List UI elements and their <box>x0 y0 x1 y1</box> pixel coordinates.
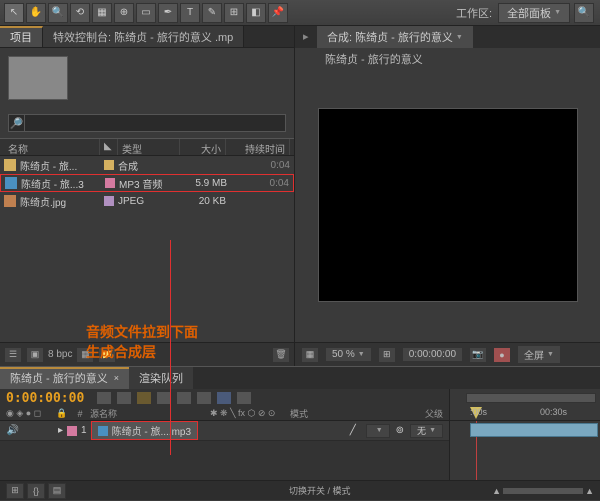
composition-viewer[interactable] <box>318 108 578 302</box>
layer-index: 1 <box>81 425 87 436</box>
channel-button[interactable]: ● <box>493 347 511 363</box>
timeline-tracks[interactable] <box>450 421 600 480</box>
viewer-time[interactable]: 0:00:00:00 <box>402 347 463 362</box>
col-size[interactable]: 大小 <box>180 139 226 155</box>
selection-tool[interactable]: ↖ <box>4 3 24 23</box>
tl-blend-icon[interactable] <box>156 391 172 405</box>
tab-effect-controls[interactable]: 特效控制台: 陈绮贞 - 旅行的意义 .mp <box>43 26 244 47</box>
project-search-input[interactable] <box>24 114 286 132</box>
label-swatch[interactable] <box>104 160 114 170</box>
chevron-down-icon: ▼ <box>547 351 554 358</box>
col-name[interactable]: 名称 <box>4 139 100 155</box>
tab-project[interactable]: 项目 <box>0 26 43 47</box>
new-folder-button[interactable]: 📁 <box>98 347 116 363</box>
col-type[interactable]: 类型 <box>118 139 180 155</box>
new-comp-button[interactable]: ▦ <box>76 347 94 363</box>
project-thumbnail[interactable] <box>8 56 68 100</box>
tl-ftr-btn3[interactable]: ▤ <box>48 483 66 499</box>
zoom-out-icon[interactable]: ▲ <box>492 486 501 496</box>
close-icon[interactable]: × <box>114 373 119 383</box>
trash-button[interactable]: 🗑 <box>272 347 290 363</box>
tl-graph-icon[interactable] <box>196 391 212 405</box>
chevron-down-icon: ▼ <box>554 9 561 16</box>
asset-list: 陈绮贞 - 旅... 合成 0:04 陈绮贞 - 旅...3 MP3 音频 5.… <box>0 156 294 342</box>
workspace-dropdown[interactable]: 全部面板▼ <box>498 3 570 23</box>
lock-icon: 🔒 <box>56 408 70 419</box>
layer-label-swatch[interactable] <box>67 426 77 436</box>
bpc-label[interactable]: 8 bpc <box>48 349 72 360</box>
asset-row[interactable]: 陈绮贞.jpg JPEG 20 KB <box>0 192 294 210</box>
col-label[interactable]: ◣ <box>100 139 118 155</box>
zoom-tool[interactable]: 🔍 <box>48 3 68 23</box>
blend-mode-dropdown[interactable]: ▼ <box>366 424 390 438</box>
flowchart-icon[interactable]: ▸ <box>303 30 317 44</box>
layer-duration-bar[interactable] <box>470 423 598 437</box>
snapshot-button[interactable]: 📷 <box>469 347 487 363</box>
col-duration[interactable]: 持续时间 <box>226 139 290 155</box>
folder-button[interactable]: ▣ <box>26 347 44 363</box>
label-swatch[interactable] <box>104 196 114 206</box>
eraser-tool[interactable]: ◧ <box>246 3 266 23</box>
asset-row[interactable]: 陈绮贞 - 旅... 合成 0:04 <box>0 156 294 174</box>
parent-dropdown[interactable]: 无▼ <box>410 424 443 438</box>
toggle-switches[interactable]: 切换开关 / 模式 <box>289 484 351 497</box>
zoom-dropdown[interactable]: 50 %▼ <box>325 347 372 362</box>
tab-timeline-comp[interactable]: 陈绮贞 - 旅行的意义× <box>0 367 129 389</box>
tab-render-queue[interactable]: 渲染队列 <box>129 367 193 389</box>
image-icon <box>4 195 16 207</box>
expand-icon[interactable]: ▸ <box>58 425 63 436</box>
chevron-down-icon: ▼ <box>358 351 365 358</box>
chevron-down-icon: ▼ <box>429 427 436 434</box>
chevron-down-icon: ▼ <box>456 34 463 41</box>
audio-icon <box>5 177 17 189</box>
work-area-bar[interactable] <box>466 393 596 403</box>
zoom-slider[interactable] <box>503 488 583 494</box>
audio-file-icon <box>98 426 108 436</box>
comp-icon <box>4 159 16 171</box>
label-swatch[interactable] <box>105 178 115 188</box>
tl-ftr-btn2[interactable]: {} <box>27 483 45 499</box>
rotate-tool[interactable]: ⟲ <box>70 3 90 23</box>
camera-tool[interactable]: ▦ <box>92 3 112 23</box>
tl-shy-icon[interactable] <box>136 391 152 405</box>
workspace-label: 工作区: <box>456 5 492 21</box>
col-mode[interactable]: 模式 <box>290 407 330 420</box>
av-toggles: ◉ ◈ ● ◻ <box>6 408 56 419</box>
text-tool[interactable]: T <box>180 3 200 23</box>
puppet-tool[interactable]: 📌 <box>268 3 288 23</box>
anchor-tool[interactable]: ⊕ <box>114 3 134 23</box>
tl-mb-icon[interactable] <box>176 391 192 405</box>
res-button[interactable]: ⊞ <box>378 347 396 363</box>
brush-tool[interactable]: ✎ <box>202 3 222 23</box>
col-source-name[interactable]: 源名称 <box>90 407 210 420</box>
tl-search-icon[interactable] <box>96 391 112 405</box>
search-help-button[interactable]: 🔍 <box>574 3 594 23</box>
tl-3d-icon[interactable] <box>216 391 232 405</box>
current-timecode[interactable]: 0:00:00:00 <box>6 391 84 406</box>
pen-tool[interactable]: ✒ <box>158 3 178 23</box>
layer-name[interactable]: 陈绮贞 - 旅....mp3 <box>91 421 198 440</box>
tl-ftr-btn1[interactable]: ⊞ <box>6 483 24 499</box>
fullscreen-dropdown[interactable]: 全屏▼ <box>517 345 561 364</box>
stamp-tool[interactable]: ⊞ <box>224 3 244 23</box>
project-column-headers: 名称 ◣ 类型 大小 持续时间 <box>0 138 294 156</box>
search-icon: 🔎 <box>8 114 24 132</box>
alpha-button[interactable]: ▦ <box>301 347 319 363</box>
layer-row[interactable]: 🔊 ▸ 1 陈绮贞 - 旅....mp3 ╱ ▼ ⊚ 无▼ <box>0 421 449 441</box>
tl-draft-icon[interactable] <box>236 391 252 405</box>
pickwhip-icon[interactable]: ⊚ <box>396 425 404 436</box>
col-parent[interactable]: 父级 <box>425 407 443 420</box>
shape-tool[interactable]: ▭ <box>136 3 156 23</box>
tl-comp-icon[interactable] <box>116 391 132 405</box>
time-ruler[interactable]: :00s 00:30s <box>450 407 600 421</box>
tab-composition[interactable]: 合成: 陈绮贞 - 旅行的意义 ▼ <box>317 26 473 48</box>
asset-row[interactable]: 陈绮贞 - 旅...3 MP3 音频 5.9 MB 0:04 <box>0 174 294 192</box>
zoom-in-icon[interactable]: ▲ <box>585 486 594 496</box>
hand-tool[interactable]: ✋ <box>26 3 46 23</box>
comp-breadcrumb[interactable]: 陈绮贞 - 旅行的意义 <box>295 48 600 68</box>
audio-toggle-icon[interactable]: 🔊 <box>6 425 20 436</box>
interpret-button[interactable]: ☰ <box>4 347 22 363</box>
